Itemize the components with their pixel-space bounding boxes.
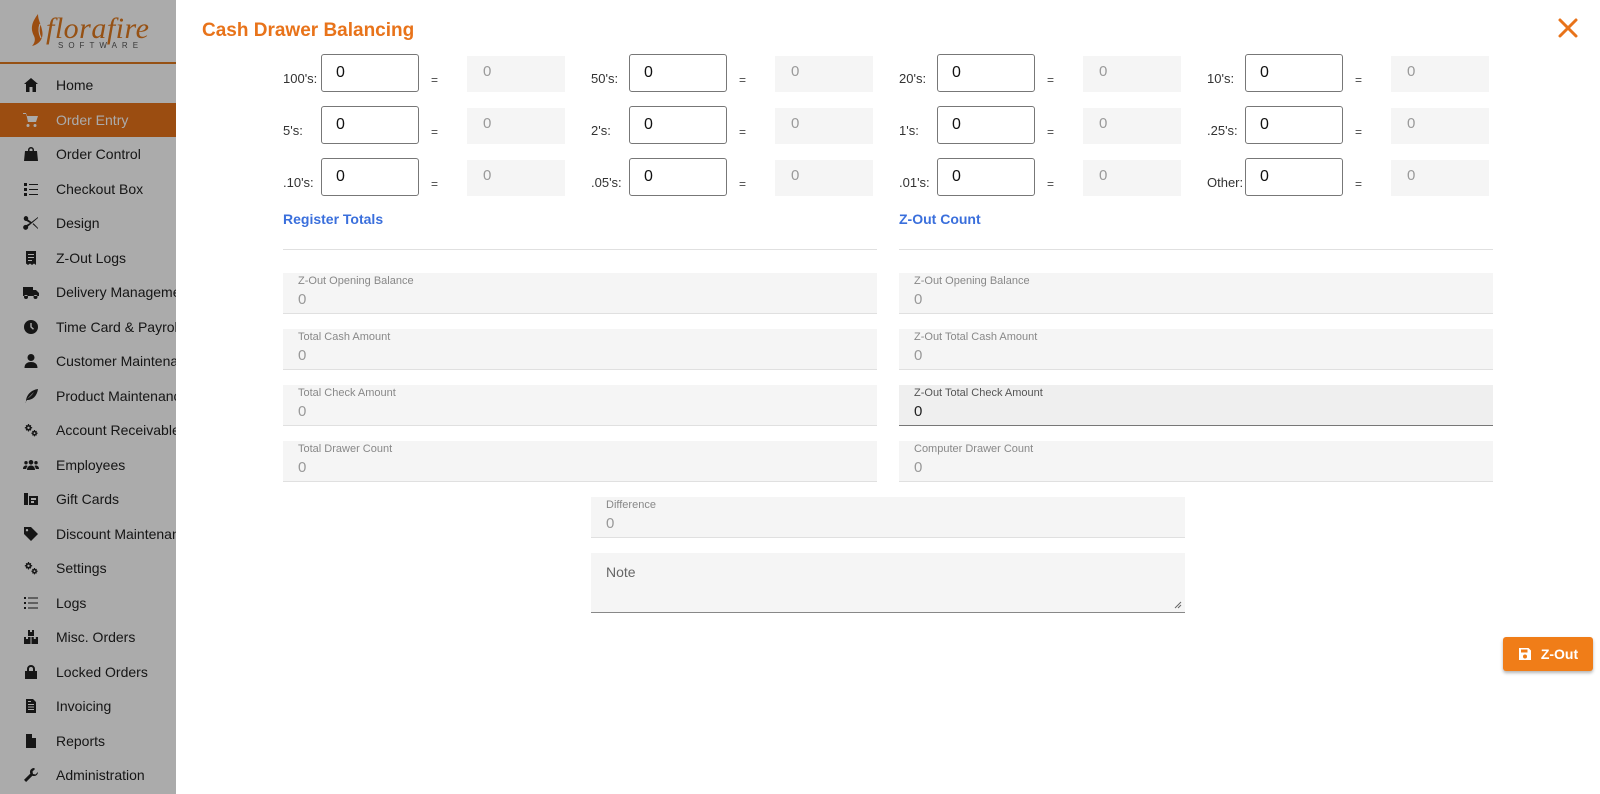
denom-label: .01's: [899, 175, 930, 190]
equals-sign: = [1355, 177, 1363, 191]
total-check-amount-field: Total Check Amount 0 [283, 385, 877, 426]
total-drawer-count-field: Total Drawer Count 0 [283, 441, 877, 482]
denom-total-10: 0 [1391, 56, 1489, 92]
field-value: 0 [298, 347, 307, 364]
denom-input-other[interactable] [1245, 158, 1343, 196]
field-value: 0 [298, 459, 307, 476]
equals-sign: = [1047, 73, 1055, 87]
zout-opening-balance-field: Z-Out Opening Balance 0 [899, 273, 1493, 314]
modal-title: Cash Drawer Balancing [202, 20, 415, 41]
denom-label: 10's: [1207, 71, 1235, 86]
register-totals-heading: Register Totals [283, 211, 384, 227]
denom-total-2: 0 [775, 108, 873, 144]
denom-input-20[interactable] [937, 54, 1035, 92]
z-out-button-label: Z-Out [1540, 646, 1579, 662]
equals-sign: = [739, 177, 747, 191]
denom-total-quarter: 0 [1391, 108, 1489, 144]
field-value: 0 [914, 291, 923, 308]
denom-label: 20's: [899, 71, 927, 86]
denom-label: 50's: [591, 71, 619, 86]
field-label: Total Check Amount [298, 387, 396, 399]
modal-backdrop[interactable] [0, 0, 176, 794]
close-icon [1558, 18, 1578, 38]
denom-label: 100's: [283, 71, 318, 86]
field-label: Computer Drawer Count [914, 443, 1034, 455]
equals-sign: = [431, 73, 439, 87]
register-opening-balance-field: Z-Out Opening Balance 0 [283, 273, 877, 314]
denom-label: Other: [1207, 175, 1244, 190]
denom-label: .10's: [283, 175, 314, 190]
field-label: Total Cash Amount [298, 331, 391, 343]
denom-total-20: 0 [1083, 56, 1181, 92]
denom-input-10[interactable] [1245, 54, 1343, 92]
total-cash-amount-field: Total Cash Amount 0 [283, 329, 877, 370]
computer-drawer-count-field: Computer Drawer Count 0 [899, 441, 1493, 482]
field-label: Z-Out Total Check Amount [914, 387, 1043, 399]
field-value: 0 [914, 459, 923, 476]
denom-label: .05's: [591, 175, 622, 190]
denom-total-50: 0 [775, 56, 873, 92]
equals-sign: = [1355, 125, 1363, 139]
denom-input-2[interactable] [629, 106, 727, 144]
denom-total-penny: 0 [1083, 160, 1181, 196]
denom-total-1: 0 [1083, 108, 1181, 144]
denom-input-nickel[interactable] [629, 158, 727, 196]
field-value: 0 [606, 515, 615, 532]
z-out-count-heading: Z-Out Count [899, 211, 981, 227]
denom-input-dime[interactable] [321, 158, 419, 196]
field-value: 0 [298, 291, 307, 308]
denom-label: 5's: [283, 123, 303, 138]
save-icon [1518, 648, 1531, 660]
equals-sign: = [431, 177, 439, 191]
zout-total-check-amount-field[interactable]: Z-Out Total Check Amount 0 [899, 385, 1493, 426]
z-out-button[interactable]: Z-Out [1503, 637, 1593, 671]
equals-sign: = [739, 73, 747, 87]
denom-input-5[interactable] [321, 106, 419, 144]
equals-sign: = [1047, 125, 1055, 139]
denom-input-quarter[interactable] [1245, 106, 1343, 144]
field-value[interactable]: 0 [914, 403, 922, 420]
field-label: Z-Out Opening Balance [914, 275, 1030, 287]
equals-sign: = [431, 125, 439, 139]
note-textarea[interactable]: Note [591, 553, 1185, 613]
field-value: 0 [914, 347, 923, 364]
field-label: Difference [606, 499, 656, 511]
cash-drawer-modal: Cash Drawer Balancing 100's: = 0 50's: =… [176, 0, 1600, 794]
denom-total-100: 0 [467, 56, 565, 92]
field-label: Z-Out Opening Balance [298, 275, 414, 287]
denom-input-penny[interactable] [937, 158, 1035, 196]
denom-label: 2's: [591, 123, 611, 138]
note-label: Note [606, 564, 636, 580]
denom-total-nickel: 0 [775, 160, 873, 196]
denom-input-1[interactable] [937, 106, 1035, 144]
zout-total-cash-amount-field: Z-Out Total Cash Amount 0 [899, 329, 1493, 370]
divider [899, 249, 1493, 250]
difference-field: Difference 0 [591, 497, 1185, 538]
sidebar: florafire SOFTWARE Home Order Entry Orde… [0, 0, 176, 794]
denom-total-5: 0 [467, 108, 565, 144]
field-label: Z-Out Total Cash Amount [914, 331, 1038, 343]
denom-total-other: 0 [1391, 160, 1489, 196]
denom-input-50[interactable] [629, 54, 727, 92]
divider [283, 249, 877, 250]
denom-label: .25's: [1207, 123, 1238, 138]
denom-input-100[interactable] [321, 54, 419, 92]
equals-sign: = [1047, 177, 1055, 191]
equals-sign: = [739, 125, 747, 139]
field-label: Total Drawer Count [298, 443, 393, 455]
denom-total-dime: 0 [467, 160, 565, 196]
resize-handle-icon[interactable] [1174, 601, 1182, 609]
denom-label: 1's: [899, 123, 919, 138]
field-value: 0 [298, 403, 307, 420]
equals-sign: = [1355, 73, 1363, 87]
close-button[interactable] [1554, 14, 1582, 42]
